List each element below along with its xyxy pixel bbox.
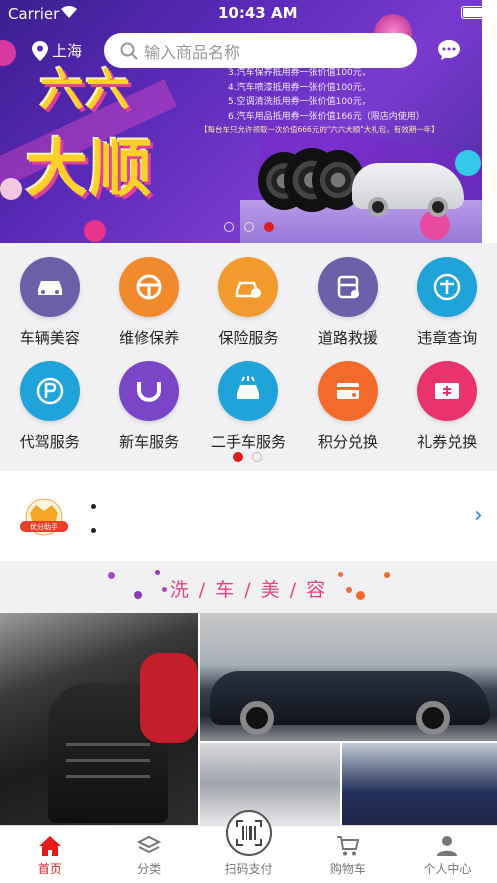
car-wash-icon	[19, 257, 80, 317]
promo-line: 3.汽车保养抵用券一张价值100元，	[228, 68, 371, 78]
used-car-icon	[218, 361, 279, 421]
service-grid: 车辆美容 维修保养 保险服务 道路救援 违章查询代驾服务 新车服务 二手车服务 积分兑换 礼券兑…	[0, 243, 497, 471]
search-icon	[120, 42, 138, 60]
search-placeholder: 输入商品名称	[144, 42, 241, 62]
service-points-card[interactable]: 积分兑换	[298, 361, 397, 452]
tow-truck-icon	[317, 257, 378, 317]
cart-icon	[336, 836, 360, 856]
service-page-dot[interactable]	[252, 452, 262, 462]
section-title: 洗 / 车 / 美 / 容	[169, 579, 328, 601]
banner-promo-lines: 3.汽车保养抵用券一张价值100元， 4.汽车喷漆抵用券一张价值100元， 5.…	[228, 66, 425, 124]
gallery-photo-interior[interactable]	[0, 613, 198, 825]
service-label: 违章查询	[417, 329, 478, 347]
banner-ball	[0, 178, 22, 200]
scan-icon	[236, 820, 262, 846]
service-car-wash[interactable]: 车辆美容	[0, 257, 99, 348]
service-label: 车辆美容	[19, 329, 80, 347]
car-shape	[210, 671, 490, 735]
gallery-photo-suv-blue[interactable]	[342, 743, 497, 825]
promo-line: 4.汽车喷漆抵用券一张价值100元，	[228, 82, 371, 93]
service-page-dot-active[interactable]	[233, 452, 243, 462]
tab-profile[interactable]: 个人中心	[398, 826, 497, 883]
parking-icon	[19, 361, 80, 421]
car-wash-gallery	[0, 613, 497, 825]
tab-label: 首页	[37, 862, 62, 876]
banner-pager	[224, 222, 274, 232]
battery-icon	[461, 6, 491, 19]
service-label: 维修保养	[119, 329, 180, 347]
notice-bullet	[91, 528, 96, 533]
location-label: 上海	[52, 42, 83, 60]
gallery-photo-suv-white[interactable]	[200, 743, 340, 825]
service-tow-truck[interactable]: 道路救援	[298, 257, 397, 348]
violation-icon	[417, 257, 478, 317]
car-image	[352, 163, 464, 217]
service-coupon[interactable]: 礼券兑换	[398, 361, 497, 452]
service-label: 代驾服务	[19, 433, 80, 451]
search-input[interactable]: 输入商品名称	[104, 33, 417, 68]
banner-ball	[84, 220, 106, 242]
section-header: 洗 / 车 / 美 / 容	[0, 561, 497, 613]
service-label: 二手车服务	[210, 433, 286, 451]
points-card-icon	[317, 361, 378, 421]
service-parking[interactable]: 代驾服务	[0, 361, 99, 452]
service-violation[interactable]: 违章查询	[398, 257, 497, 348]
tab-category[interactable]: 分类	[99, 826, 198, 883]
service-label: 新车服务	[119, 433, 180, 451]
user-icon	[437, 836, 458, 856]
tab-home[interactable]: 首页	[0, 826, 99, 883]
home-icon	[38, 836, 61, 856]
notice-bullet	[91, 504, 96, 509]
decor-shape	[140, 653, 198, 743]
notice-bar[interactable]: 优分助手 ›	[0, 479, 497, 554]
banner-headline-bottom: 大顺	[26, 132, 155, 205]
steering-wheel-icon	[119, 257, 180, 317]
tab-label: 分类	[137, 862, 162, 876]
service-steering-wheel[interactable]: 维修保养	[99, 257, 198, 348]
banner-ball	[455, 150, 481, 176]
service-label: 保险服务	[218, 329, 279, 347]
layers-icon	[137, 835, 162, 854]
banner-promo-note: 【每台车只允许领取一次价值666元的"六六大顺"大礼包，有效期一年】	[200, 125, 439, 134]
clock: 10:43 AM	[218, 4, 298, 22]
chevron-right-icon[interactable]: ›	[474, 503, 483, 528]
service-car-insurance[interactable]: 保险服务	[199, 257, 298, 348]
banner-ball	[0, 40, 16, 66]
message-icon[interactable]	[437, 39, 461, 61]
new-car-icon	[119, 361, 180, 421]
location-pin-icon	[32, 40, 48, 61]
car-insurance-icon	[218, 257, 279, 317]
assistant-badge-text: 优分助手	[30, 523, 58, 531]
wifi-icon	[61, 5, 77, 18]
tab-label: 个人中心	[423, 862, 472, 876]
status-bar: Carrier 10:43 AM	[0, 0, 497, 26]
service-used-car[interactable]: 二手车服务	[199, 361, 298, 452]
service-new-car[interactable]: 新车服务	[99, 361, 198, 452]
banner-dot[interactable]	[244, 222, 254, 232]
location-selector[interactable]: 上海	[32, 40, 82, 61]
promo-line: 6.汽车用品抵用券一张价值166元（限店内使用）	[228, 111, 425, 122]
service-pager	[233, 452, 262, 462]
service-label: 礼券兑换	[417, 433, 478, 451]
tab-label: 购物车	[329, 862, 366, 876]
service-label: 积分兑换	[317, 433, 378, 451]
promo-line: 5.空调清洗抵用券一张价值100元，	[228, 97, 371, 107]
scan-button[interactable]	[226, 810, 272, 856]
tab-label: 扫码支付	[224, 862, 273, 876]
gallery-photo-sedan[interactable]	[200, 613, 497, 741]
tab-cart[interactable]: 购物车	[298, 826, 397, 883]
banner-dot[interactable]	[224, 222, 234, 232]
coupon-icon	[417, 361, 478, 421]
banner-dot-active[interactable]	[264, 222, 274, 232]
carrier-label: Carrier	[8, 5, 60, 23]
service-label: 道路救援	[317, 329, 378, 347]
